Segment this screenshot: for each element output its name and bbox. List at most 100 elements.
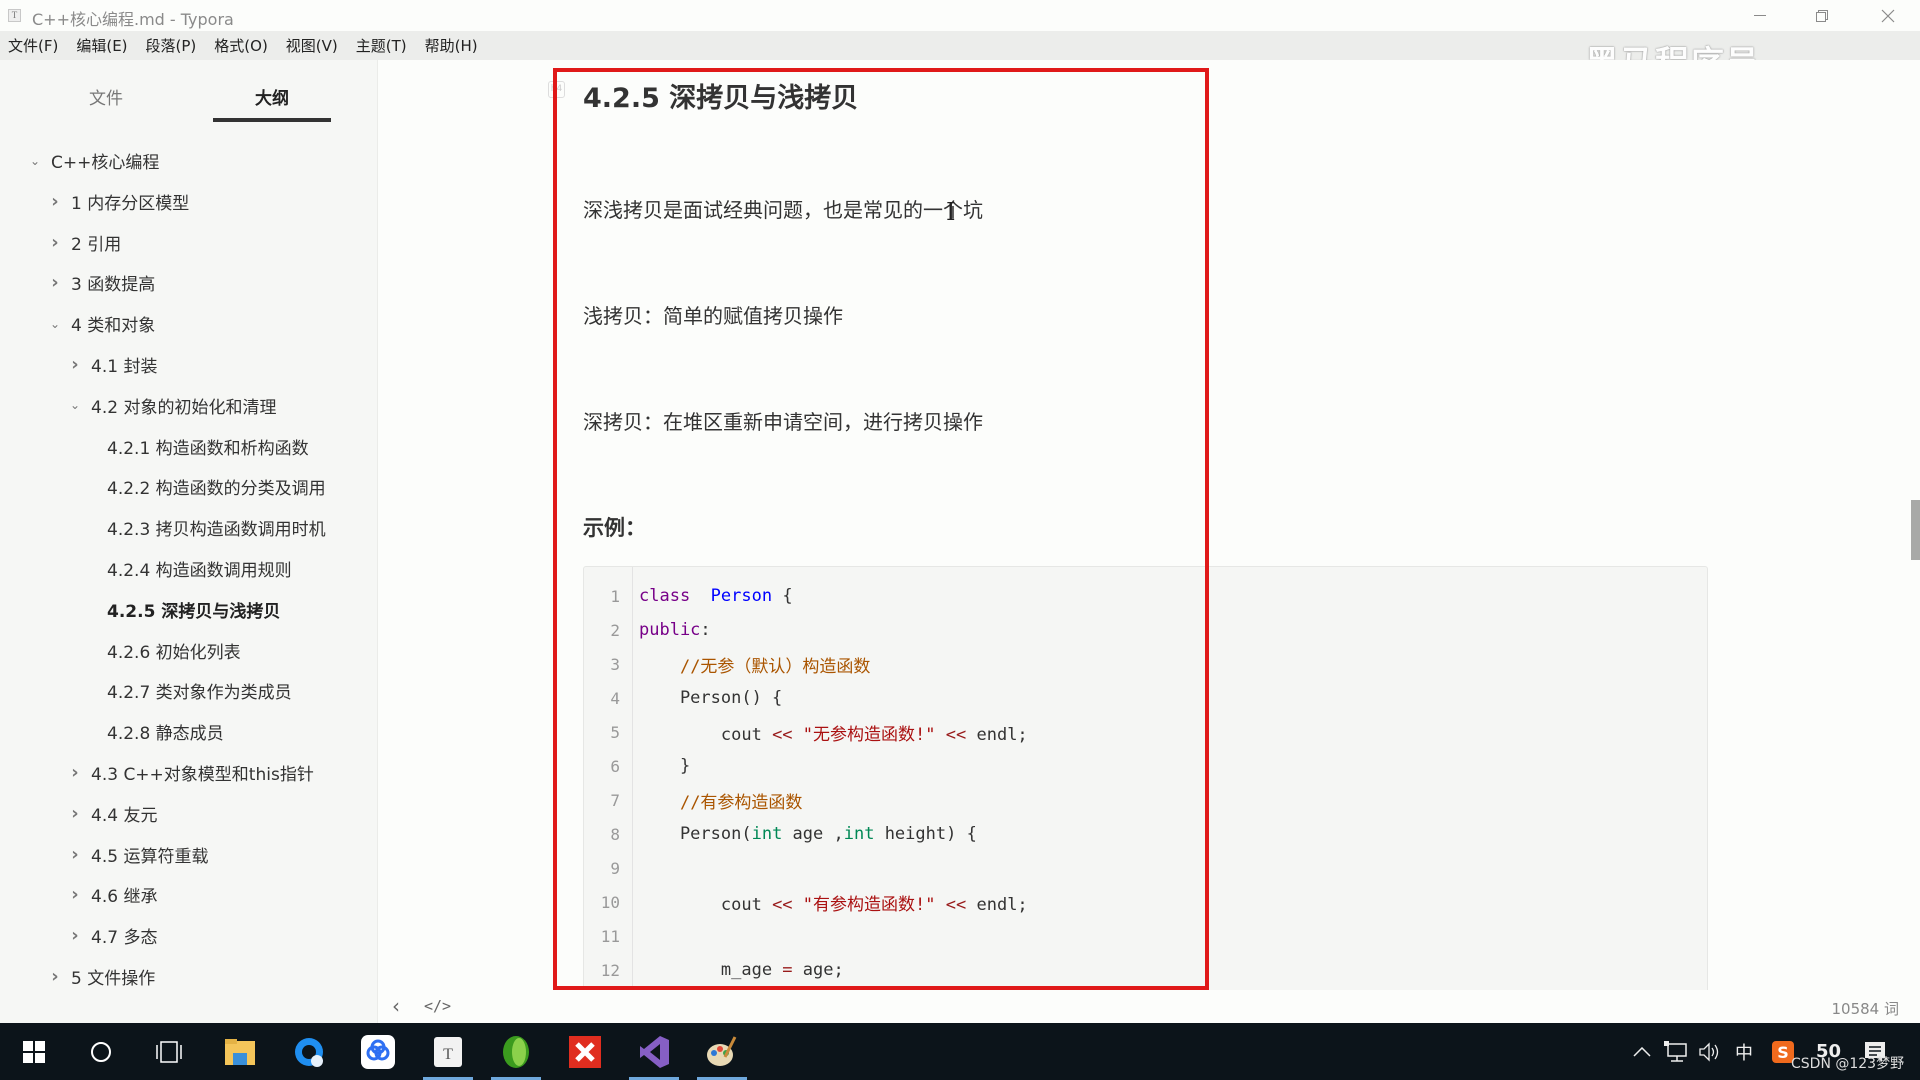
code-line[interactable]: 7 //有参构造函数 — [584, 783, 1707, 817]
code-token: int — [843, 824, 875, 844]
outline-item[interactable]: 4.2.4 构造函数调用规则 — [107, 548, 292, 589]
taskbar-browser[interactable] — [281, 1023, 337, 1080]
start-button[interactable] — [6, 1023, 62, 1080]
speaker-icon — [1699, 1041, 1719, 1062]
chevron-down-icon[interactable]: ⌄ — [65, 398, 85, 412]
word-count[interactable]: 10584 词 — [1832, 998, 1900, 1019]
line-number: 12 — [600, 960, 620, 980]
section-heading[interactable]: 4.2.5 深拷贝与浅拷贝 — [583, 76, 858, 115]
chevron-right-icon[interactable]: › — [65, 803, 85, 824]
code-line[interactable]: 12 m_age = age; — [584, 953, 1707, 987]
menu-paragraph[interactable]: 段落(P) — [146, 35, 197, 56]
code-block[interactable]: 1 class Person {2 public: 3 //无参（默认）构造函数 4 P… — [583, 566, 1708, 990]
taskbar-file-explorer[interactable] — [212, 1023, 268, 1080]
code-line[interactable]: 5 cout << "无参构造函数!" << endl; — [584, 715, 1707, 749]
line-number: 8 — [610, 824, 620, 844]
toggle-sidebar-icon[interactable]: ‹ — [392, 994, 400, 1018]
outline-item[interactable]: 4.2.1 构造函数和析构函数 — [107, 426, 309, 467]
code-line[interactable]: 10 cout << "有参构造函数!" << endl; — [584, 885, 1707, 919]
chevron-right-icon[interactable]: › — [45, 272, 65, 293]
chevron-right-icon[interactable]: › — [45, 191, 65, 212]
code-line[interactable]: 1 class Person { — [584, 579, 1707, 613]
close-button[interactable] — [1865, 0, 1911, 31]
paragraph[interactable]: 深拷贝：在堆区重新申请空间，进行拷贝操作 — [583, 406, 983, 435]
outline-item[interactable]: ⌄ 4 类和对象 — [45, 303, 155, 344]
outline-item[interactable]: › 4.7 多态 — [65, 915, 157, 956]
paragraph[interactable]: 浅拷贝：简单的赋值拷贝操作 — [583, 300, 843, 329]
outline-item[interactable]: › 4.3 C++对象模型和this指针 — [65, 752, 314, 793]
outline-item[interactable]: 4.2.2 构造函数的分类及调用 — [107, 466, 326, 507]
search-button[interactable] — [73, 1023, 129, 1080]
chevron-right-icon[interactable]: › — [65, 354, 85, 375]
line-number: 1 — [610, 586, 620, 606]
chevron-down-icon[interactable]: ⌄ — [45, 317, 65, 331]
code-token: } — [639, 756, 691, 776]
taskbar-visual-studio[interactable] — [626, 1023, 682, 1080]
tray-overflow-chevron[interactable] — [1633, 1023, 1651, 1080]
code-line[interactable]: 8 Person(int age ,int height) { — [584, 817, 1707, 851]
line-number: 2 — [610, 620, 620, 640]
outline-item[interactable]: 4.2.3 拷贝构造函数调用时机 — [107, 507, 326, 548]
minimize-button[interactable] — [1737, 0, 1783, 31]
code-line[interactable]: 6 } — [584, 749, 1707, 783]
chevron-right-icon[interactable]: › — [65, 844, 85, 865]
chevron-right-icon[interactable]: › — [45, 232, 65, 253]
taskbar-green-app[interactable] — [488, 1023, 544, 1080]
code-line[interactable]: 3 //无参（默认）构造函数 — [584, 647, 1707, 681]
paragraph[interactable]: 深浅拷贝是面试经典问题，也是常见的一个坑 — [583, 194, 983, 223]
menu-edit[interactable]: 编辑(E) — [76, 35, 127, 56]
outline-item[interactable]: › 4.1 封装 — [65, 344, 157, 385]
outline-item[interactable]: 4.2.8 静态成员 — [107, 711, 224, 752]
menu-view[interactable]: 视图(V) — [286, 35, 338, 56]
tray-network[interactable] — [1664, 1023, 1688, 1080]
outline-item[interactable]: › 5 文件操作 — [45, 956, 155, 997]
outline-item[interactable]: 4.2.6 初始化列表 — [107, 630, 241, 671]
menu-help[interactable]: 帮助(H) — [425, 35, 478, 56]
outline-item[interactable]: › 3 函数提高 — [45, 262, 155, 303]
code-line[interactable]: 11 — [584, 919, 1707, 953]
outline-item[interactable]: › 2 引用 — [45, 222, 121, 263]
outline-item[interactable]: › 1 内存分区模型 — [45, 181, 189, 222]
code-token: Person() { — [639, 688, 783, 708]
outline-item-label: 4.2.4 构造函数调用规则 — [107, 561, 292, 581]
chevron-right-icon[interactable]: › — [65, 762, 85, 783]
code-line[interactable]: 2 public: — [584, 613, 1707, 647]
restore-button[interactable] — [1799, 0, 1845, 31]
code-token: age , — [782, 824, 844, 844]
tab-outline[interactable]: 大纲 — [213, 84, 331, 109]
code-line[interactable]: 4 Person() { — [584, 681, 1707, 715]
outline-item[interactable]: ⌄ C++核心编程 — [25, 140, 159, 181]
network-icon — [1664, 1040, 1687, 1062]
menu-file[interactable]: 文件(F) — [8, 35, 58, 56]
editor-scrollbar[interactable] — [1911, 500, 1920, 560]
task-view-button[interactable] — [141, 1023, 197, 1080]
taskbar-baidu-netdisk[interactable] — [350, 1023, 406, 1080]
outline-item-label: 5 文件操作 — [71, 969, 156, 989]
taskbar-xmind[interactable] — [557, 1023, 613, 1080]
outline-item-label: 4.7 多态 — [91, 928, 158, 949]
taskbar-typora[interactable]: T — [420, 1023, 476, 1080]
menu-theme[interactable]: 主题(T) — [356, 35, 407, 56]
menu-format[interactable]: 格式(O) — [214, 35, 268, 56]
line-number: 5 — [610, 722, 620, 742]
outline-item[interactable]: ⌄ 4.2 对象的初始化和清理 — [65, 385, 276, 426]
outline-item[interactable]: 4.2.5 深拷贝与浅拷贝 — [107, 589, 280, 630]
chevron-down-icon[interactable]: ⌄ — [25, 154, 45, 168]
tray-ime[interactable]: 中 — [1735, 1023, 1753, 1080]
outline-item[interactable]: › 4.6 继承 — [65, 874, 157, 915]
outline-item[interactable]: › 4.4 友元 — [65, 793, 157, 834]
code-line[interactable]: 9 — [584, 851, 1707, 885]
chevron-right-icon[interactable]: › — [65, 884, 85, 905]
outline-item[interactable]: › 4.5 运算符重载 — [65, 834, 208, 875]
editor-pane[interactable]: h4 4.2.5 深拷贝与浅拷贝 深浅拷贝是面试经典问题，也是常见的一个坑 I … — [379, 60, 1920, 990]
chevron-right-icon[interactable]: › — [45, 966, 65, 987]
taskbar-paint[interactable] — [694, 1023, 750, 1080]
outline-item[interactable]: 4.2.7 类对象作为类成员 — [107, 670, 292, 711]
source-code-mode-icon[interactable]: </> — [424, 997, 451, 1015]
example-label[interactable]: 示例： — [583, 512, 646, 542]
tray-volume[interactable] — [1698, 1023, 1720, 1080]
code-token: << — [772, 724, 793, 745]
typora-window: T C++核心编程.md - Typora 文件(F) 编辑(E) 段落(P) … — [0, 0, 1920, 1080]
chevron-right-icon[interactable]: › — [65, 925, 85, 946]
tab-files[interactable]: 文件 — [47, 84, 165, 109]
